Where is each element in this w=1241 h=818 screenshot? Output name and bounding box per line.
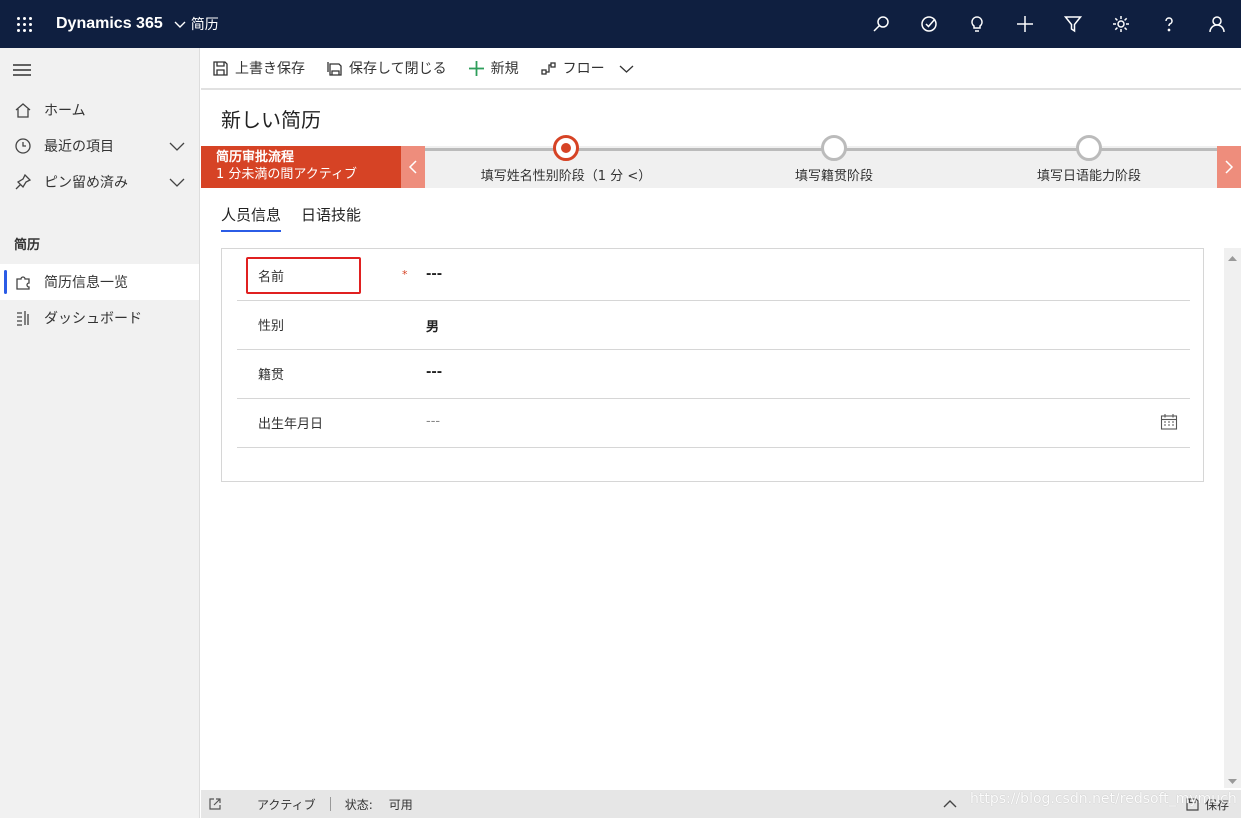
form-tabs: 人员信息 日语技能	[221, 204, 381, 232]
clock-icon	[14, 137, 32, 155]
pin-icon	[14, 173, 32, 191]
chevron-up-icon[interactable]	[943, 797, 957, 811]
help-icon[interactable]	[1145, 0, 1193, 48]
bpf-stage-2[interactable]: 填写籍贯阶段	[734, 135, 934, 184]
chevron-down-icon[interactable]	[169, 139, 185, 153]
sidebar: ホーム 最近の項目 ピン留め済み 简历 简历信息一览 ダッシュボード	[0, 48, 200, 818]
vertical-scrollbar[interactable]	[1224, 248, 1241, 788]
new-button[interactable]: 新規	[468, 58, 519, 78]
assistant-icon[interactable]	[905, 0, 953, 48]
sidebar-item-pinned[interactable]: ピン留め済み	[0, 164, 199, 200]
save-button[interactable]: 上書き保存	[213, 58, 305, 78]
bpf-previous-button[interactable]	[401, 146, 425, 188]
sidebar-item-recent[interactable]: 最近の項目	[0, 128, 199, 164]
field-row-name: 名前 * ---	[237, 252, 1190, 301]
chevron-right-icon	[1225, 160, 1234, 174]
sidebar-item-label: 最近の項目	[44, 139, 114, 155]
stage-label: 填写姓名性别阶段（1 分 <）	[480, 169, 652, 184]
save-close-icon	[327, 61, 342, 76]
module-name[interactable]: 简历	[191, 14, 219, 34]
bpf-subtitle: 1 分未満の間アクティブ	[216, 167, 357, 182]
field-row-gender: 性别 男	[237, 301, 1190, 350]
stage-label: 填写日语能力阶段	[1036, 169, 1141, 184]
plus-icon[interactable]	[1001, 0, 1049, 48]
divider	[329, 797, 331, 811]
home-icon	[14, 101, 32, 119]
required-marker: *	[402, 268, 408, 281]
bpf-stage-3[interactable]: 填写日语能力阶段	[989, 135, 1189, 184]
stage-inactive-icon	[1076, 135, 1102, 161]
birthdate-field[interactable]: ---	[426, 414, 440, 429]
stage-inactive-icon	[821, 135, 847, 161]
lightbulb-icon[interactable]	[953, 0, 1001, 48]
save-close-label: 保存して閉じる	[349, 61, 447, 77]
stage-active-icon	[553, 135, 579, 161]
search-icon[interactable]	[857, 0, 905, 48]
calendar-icon[interactable]	[1160, 413, 1178, 431]
gender-field[interactable]: 男	[426, 316, 439, 335]
save-icon	[213, 60, 228, 76]
puzzle-icon	[14, 273, 32, 291]
field-label: 性别	[258, 319, 285, 334]
sidebar-item-label: ダッシュボード	[44, 311, 142, 327]
field-row-origin: 籍贯 ---	[237, 350, 1190, 399]
chevron-down-icon[interactable]	[619, 61, 634, 76]
app-launcher-icon[interactable]	[0, 0, 48, 48]
scroll-down-icon[interactable]	[1228, 775, 1237, 784]
flow-icon	[540, 61, 556, 75]
tab-personal-info[interactable]: 人员信息	[221, 204, 282, 232]
record-status: アクティブ	[257, 797, 316, 812]
sidebar-group-title: 简历	[14, 238, 41, 253]
open-in-new-window-icon[interactable]	[208, 797, 222, 811]
stage-label: 填写籍贯阶段	[794, 169, 873, 184]
sidebar-item-label: 简历信息一览	[44, 275, 128, 291]
field-label: 出生年月日	[258, 417, 324, 432]
business-process-flow: 简历审批流程 1 分未満の間アクティブ 填写姓名性别阶段（1 分 <） 填写籍贯…	[201, 135, 1241, 188]
hamburger-menu-icon[interactable]	[0, 48, 199, 92]
bpf-title-block[interactable]: 简历审批流程 1 分未満の間アクティブ	[201, 146, 401, 188]
filter-icon[interactable]	[1049, 0, 1097, 48]
command-bar: 上書き保存 保存して閉じる 新規 フロー	[201, 48, 1241, 90]
origin-field[interactable]: ---	[426, 365, 442, 380]
state-label: 状态:	[344, 797, 373, 812]
chevron-down-icon[interactable]	[169, 175, 185, 189]
sidebar-item-resume-list[interactable]: 简历信息一览	[0, 264, 199, 300]
sidebar-item-home[interactable]: ホーム	[0, 92, 199, 128]
form-section: 名前 * --- 性别 男 籍贯 --- 出生年月日 ---	[221, 248, 1204, 482]
flow-label: フロー	[562, 61, 605, 77]
top-navigation-bar: Dynamics 365 简历	[0, 0, 1241, 48]
scroll-up-icon[interactable]	[1228, 252, 1237, 261]
watermark: https://blog.csdn.net/redsoft_mymuch	[970, 791, 1237, 807]
gear-icon[interactable]	[1097, 0, 1145, 48]
form-title: 新しい简历	[221, 108, 321, 132]
chevron-down-icon[interactable]	[173, 17, 187, 31]
sidebar-item-label: ピン留め済み	[44, 175, 128, 191]
new-label: 新規	[490, 61, 519, 77]
save-label: 上書き保存	[235, 61, 305, 77]
dashboard-icon	[14, 309, 32, 327]
field-label: 籍贯	[258, 368, 285, 383]
field-row-birthdate: 出生年月日 ---	[237, 399, 1190, 448]
name-field[interactable]: ---	[426, 267, 442, 282]
bpf-next-button[interactable]	[1217, 146, 1241, 188]
tab-japanese-skills[interactable]: 日语技能	[301, 204, 361, 232]
bpf-title: 简历审批流程	[216, 150, 295, 165]
field-label: 名前	[258, 270, 285, 285]
user-icon[interactable]	[1193, 0, 1241, 48]
sidebar-item-dashboard[interactable]: ダッシュボード	[0, 300, 199, 336]
save-and-close-button[interactable]: 保存して閉じる	[327, 58, 447, 78]
bpf-stage-1[interactable]: 填写姓名性别阶段（1 分 <）	[466, 135, 666, 184]
chevron-left-icon	[408, 160, 417, 174]
state-value: 可用	[388, 797, 413, 812]
plus-icon	[468, 60, 484, 76]
flow-button[interactable]: フロー	[540, 58, 634, 78]
app-name[interactable]: Dynamics 365	[56, 15, 163, 33]
sidebar-item-label: ホーム	[44, 103, 86, 119]
